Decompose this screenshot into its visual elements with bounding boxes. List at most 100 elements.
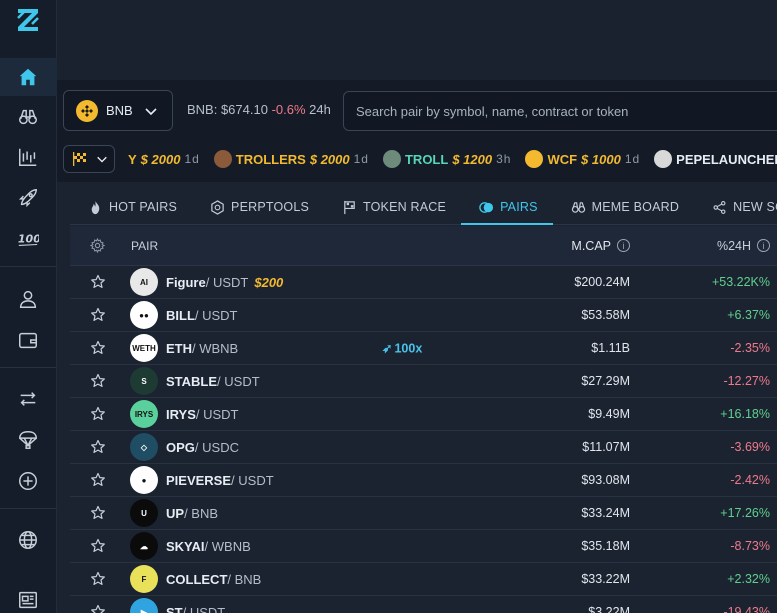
pair-cell[interactable]: ☁ SKYAI/ WBNB (125, 532, 445, 560)
table-row[interactable]: WETH ETH/ WBNB ➶ 100x $1.11B -2.35% (70, 332, 777, 365)
tab-meme-board[interactable]: MEME BOARD (553, 190, 694, 224)
chain-price-change: -0.6% (271, 102, 306, 117)
ticker-age: 1d (353, 152, 369, 166)
pair-cell[interactable]: ●● BILL/ USDT (125, 301, 445, 329)
info-icon[interactable]: i (617, 239, 630, 252)
ticker-item[interactable]: TROLLERS $ 2000 1d (213, 150, 369, 168)
ticker-item[interactable]: Y $ 2000 1d (128, 152, 200, 167)
tab-perptools[interactable]: PERPTOOLS (192, 190, 324, 224)
tab-hot-pairs[interactable]: HOT PAIRS (70, 190, 192, 224)
favorite-star-icon[interactable] (70, 373, 125, 389)
plus-circle-icon[interactable] (16, 469, 40, 493)
mcap-cell: $3.22M (588, 605, 630, 613)
table-row[interactable]: AI Figure/ USDT $200 $200.24M +53.22K% (70, 266, 777, 299)
ticker-age: 1d (624, 152, 641, 166)
change-cell: -19.43% (723, 605, 770, 613)
table-row[interactable]: S STABLE/ USDT $27.29M -12.27% (70, 365, 777, 398)
ticker-amount-value: 2000 (320, 151, 350, 167)
ticker-age: 3h (496, 152, 512, 166)
pair-cell[interactable]: AI Figure/ USDT $200 (125, 268, 445, 296)
pair-cell[interactable]: ◇ OPG/ USDC (125, 433, 445, 461)
pair-quote: / WBNB (192, 340, 239, 356)
pair-quote: / USDT (194, 307, 238, 323)
table-row[interactable]: F COLLECT/ BNB $33.22M +2.32% (70, 563, 777, 596)
table-row[interactable]: ●● BILL/ USDT $53.58M +6.37% (70, 299, 777, 332)
pair-cell[interactable]: ▶ ST/ USDT (125, 598, 445, 613)
change-cell: +6.37% (727, 308, 770, 322)
table-row[interactable]: ◇ OPG/ USDC $11.07M -3.69% (70, 431, 777, 464)
tab-new-social[interactable]: NEW SOCIA (694, 190, 777, 224)
table-row[interactable]: ● PIEVERSE/ USDT $93.08M -2.42% (70, 464, 777, 497)
favorite-star-icon[interactable] (70, 274, 125, 290)
home-icon[interactable] (16, 65, 40, 89)
ticker-item[interactable]: TROLL $ 1200 3h (382, 150, 512, 168)
binoculars-icon[interactable] (16, 105, 40, 129)
hundred-icon[interactable]: 100 (16, 227, 40, 251)
swap-icon[interactable] (16, 387, 40, 411)
info-icon[interactable]: i (757, 239, 770, 252)
bnb-icon (76, 99, 98, 122)
pair-name: Figure/ USDT $200 (166, 275, 283, 290)
app-logo-icon[interactable] (14, 6, 42, 34)
header-change-label: %24H (716, 238, 751, 253)
rocket-icon[interactable] (16, 186, 40, 210)
pair-base: OPG (166, 439, 195, 455)
ticker-name: TROLLERS (235, 151, 306, 167)
globe-icon[interactable] (16, 528, 40, 552)
table-row[interactable]: ☁ SKYAI/ WBNB $35.18M -8.73% (70, 530, 777, 563)
favorite-star-icon[interactable] (70, 472, 125, 488)
ticker-item[interactable]: PEPELAUNCHER (654, 150, 777, 168)
pair-cell[interactable]: ● PIEVERSE/ USDT (125, 466, 445, 494)
pair-base: BILL (166, 307, 195, 323)
settings-cell[interactable] (70, 238, 125, 253)
token-logo-icon: ●● (130, 301, 158, 329)
search-input[interactable] (343, 91, 777, 131)
chart-icon[interactable] (16, 145, 40, 169)
pair-cell[interactable]: U UP/ BNB (125, 499, 445, 527)
bolt-icon: $ (581, 151, 592, 167)
ticker-amount: $ 2000 (310, 152, 350, 167)
header-mcap[interactable]: M.CAP i (445, 239, 630, 253)
header-pair[interactable]: PAIR (125, 239, 445, 253)
pair-cell[interactable]: WETH ETH/ WBNB ➶ 100x (125, 334, 445, 362)
gear-icon[interactable] (90, 238, 105, 253)
table-header: PAIR M.CAP i %24H i (70, 226, 777, 266)
pair-quote: / USDC (194, 439, 239, 455)
favorite-star-icon[interactable] (70, 439, 125, 455)
coins-icon (479, 201, 494, 213)
pair-base: ETH (166, 340, 192, 356)
pair-base: UP (166, 505, 185, 521)
change-cell: -2.35% (730, 341, 770, 355)
header-change[interactable]: %24H i (630, 239, 770, 253)
favorite-star-icon[interactable] (70, 340, 125, 356)
favorite-star-icon[interactable] (70, 307, 125, 323)
user-icon[interactable] (16, 287, 40, 311)
favorite-star-icon[interactable] (70, 505, 125, 521)
tab-pairs[interactable]: PAIRS (461, 190, 553, 225)
news-icon[interactable] (16, 588, 40, 612)
table-row[interactable]: U UP/ BNB $33.24M +17.26% (70, 497, 777, 530)
parachute-icon[interactable] (16, 428, 40, 452)
favorite-star-icon[interactable] (70, 406, 125, 422)
ticker-item[interactable]: WCF $ 1000 1d (525, 150, 640, 168)
change-cell: +53.22K% (711, 275, 770, 289)
favorite-star-icon[interactable] (70, 604, 125, 613)
pair-cell[interactable]: S STABLE/ USDT (125, 367, 445, 395)
race-selector[interactable] (63, 145, 115, 173)
chain-selector[interactable]: BNB (63, 90, 173, 131)
tab-token-race[interactable]: TOKEN RACE (324, 190, 461, 224)
pair-cell[interactable]: F COLLECT/ BNB (125, 565, 445, 593)
change-cell: -8.73% (730, 539, 770, 553)
sidebar-divider (0, 508, 57, 509)
change-cell: -2.42% (730, 473, 770, 487)
token-logo-icon: ☁ (130, 532, 158, 560)
table-row[interactable]: ▶ ST/ USDT $3.22M -19.43% (70, 596, 777, 613)
ticker-name: Y (128, 151, 137, 167)
favorite-star-icon[interactable] (70, 571, 125, 587)
table-row[interactable]: IRYS IRYS/ USDT $9.49M +16.18% (70, 398, 777, 431)
wallet-icon[interactable] (16, 328, 40, 352)
pair-cell[interactable]: IRYS IRYS/ USDT (125, 400, 445, 428)
pair-name: PIEVERSE/ USDT (166, 473, 274, 488)
boost-tag-value: 100x (394, 341, 423, 355)
favorite-star-icon[interactable] (70, 538, 125, 554)
